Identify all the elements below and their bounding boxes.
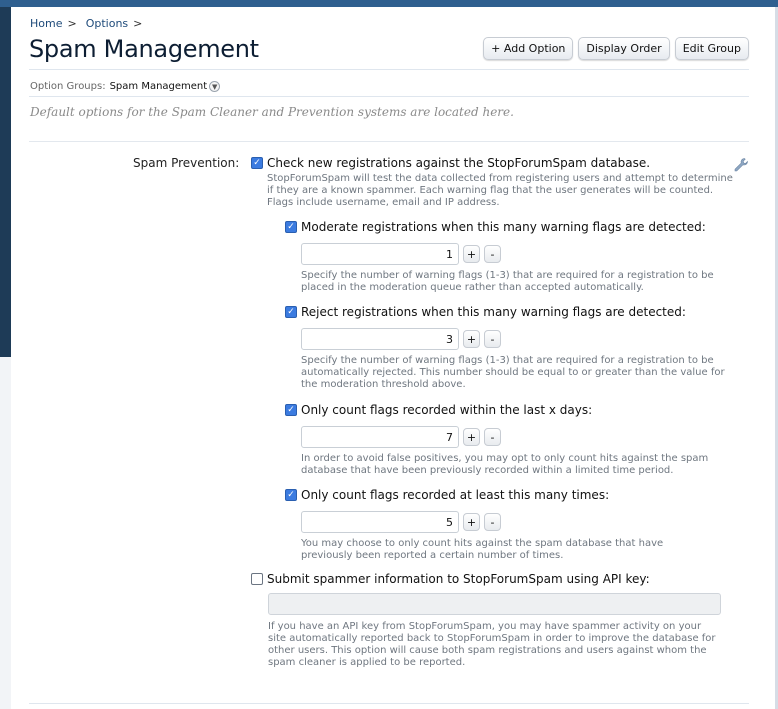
- chevron-down-icon[interactable]: ▼: [209, 81, 221, 92]
- moderate-label: Moderate registrations when this many wa…: [301, 220, 706, 234]
- left-sidebar-strip-lower: [0, 357, 11, 709]
- option-groups-value[interactable]: Spam Management: [110, 81, 208, 92]
- breadcrumb: Home > Options >: [30, 17, 151, 30]
- display-order-button[interactable]: Display Order: [578, 37, 670, 60]
- days-option[interactable]: ✓ Only count flags recorded within the l…: [285, 403, 592, 417]
- days-hint: In order to avoid false positives, you m…: [301, 453, 709, 476]
- days-checkbox[interactable]: ✓: [285, 404, 297, 416]
- breadcrumb-separator: >: [67, 17, 77, 30]
- check-registrations-checkbox[interactable]: ✓: [251, 157, 263, 169]
- times-input[interactable]: [301, 511, 459, 533]
- moderate-hint: Specify the number of warning flags (1-3…: [301, 270, 714, 293]
- check-registrations-option[interactable]: ✓ Check new registrations against the St…: [251, 156, 650, 170]
- api-key-input[interactable]: [268, 593, 721, 615]
- main-content: Home > Options > Spam Management + Add Opti…: [11, 7, 775, 709]
- reject-option[interactable]: ✓ Reject registrations when this many wa…: [285, 305, 686, 319]
- breadcrumb-home[interactable]: Home: [30, 17, 62, 30]
- breadcrumb-separator: >: [133, 17, 143, 30]
- option-groups: Option Groups: Spam Management ▼: [30, 81, 221, 92]
- days-increment-button[interactable]: +: [463, 428, 480, 446]
- moderate-checkbox[interactable]: ✓: [285, 221, 297, 233]
- moderate-spinbox: + -: [301, 243, 501, 265]
- times-label: Only count flags recorded at least this …: [301, 488, 610, 502]
- divider: [29, 96, 749, 97]
- edit-group-button[interactable]: Edit Group: [674, 37, 749, 60]
- divider: [29, 703, 749, 704]
- check-registrations-hint: StopForumSpam will test the data collect…: [267, 173, 733, 208]
- moderate-input[interactable]: [301, 243, 459, 265]
- times-checkbox[interactable]: ✓: [285, 489, 297, 501]
- times-increment-button[interactable]: +: [463, 513, 480, 531]
- moderate-increment-button[interactable]: +: [463, 245, 480, 263]
- times-hint: You may choose to only count hits agains…: [301, 538, 664, 561]
- moderate-option[interactable]: ✓ Moderate registrations when this many …: [285, 220, 706, 234]
- breadcrumb-options[interactable]: Options: [86, 17, 128, 30]
- reject-label: Reject registrations when this many warn…: [301, 305, 686, 319]
- reject-increment-button[interactable]: +: [463, 330, 480, 348]
- top-bar: [0, 0, 778, 7]
- add-option-button[interactable]: + Add Option: [483, 37, 574, 60]
- option-groups-label: Option Groups:: [30, 81, 106, 92]
- api-label: Submit spammer information to StopForumS…: [267, 572, 650, 586]
- days-input[interactable]: [301, 426, 459, 448]
- days-spinbox: + -: [301, 426, 501, 448]
- reject-spinbox: + -: [301, 328, 501, 350]
- left-sidebar-strip: [0, 7, 11, 357]
- reject-input[interactable]: [301, 328, 459, 350]
- divider: [29, 141, 749, 142]
- times-decrement-button[interactable]: -: [484, 513, 501, 531]
- reject-checkbox[interactable]: ✓: [285, 306, 297, 318]
- wrench-icon[interactable]: [733, 157, 749, 173]
- page-title: Spam Management: [29, 35, 259, 63]
- api-hint: If you have an API key from StopForumSpa…: [268, 621, 716, 668]
- group-description: Default options for the Spam Cleaner and…: [30, 105, 514, 119]
- reject-decrement-button[interactable]: -: [484, 330, 501, 348]
- moderate-decrement-button[interactable]: -: [484, 245, 501, 263]
- header-actions: + Add Option Display Order Edit Group: [483, 37, 749, 60]
- api-checkbox[interactable]: [251, 573, 263, 585]
- api-option[interactable]: Submit spammer information to StopForumS…: [251, 572, 650, 586]
- times-spinbox: + -: [301, 511, 501, 533]
- spam-prevention-label: Spam Prevention:: [133, 156, 240, 170]
- check-registrations-label: Check new registrations against the Stop…: [267, 156, 651, 170]
- reject-hint: Specify the number of warning flags (1-3…: [301, 355, 725, 390]
- days-decrement-button[interactable]: -: [484, 428, 501, 446]
- divider: [29, 69, 749, 70]
- times-option[interactable]: ✓ Only count flags recorded at least thi…: [285, 488, 609, 502]
- days-label: Only count flags recorded within the las…: [301, 403, 593, 417]
